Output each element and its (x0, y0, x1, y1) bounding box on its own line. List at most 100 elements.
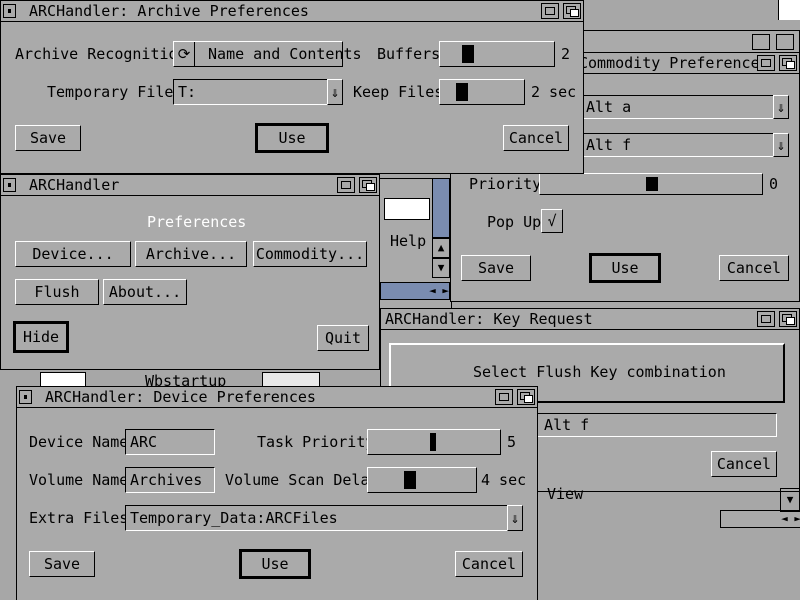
priority-slider-knob[interactable] (646, 177, 658, 191)
cancel-button[interactable]: Cancel (711, 451, 777, 477)
bg-depth-gadget[interactable] (776, 34, 794, 50)
window-title: ARCHandler (29, 176, 120, 194)
close-gadget[interactable] (3, 178, 16, 192)
close-gadget[interactable] (3, 4, 16, 18)
volume-name-field[interactable]: Archives (125, 467, 215, 493)
device-button[interactable]: Device... (15, 241, 131, 267)
use-button[interactable]: Use (239, 549, 311, 579)
scroll-up-arrow[interactable]: ▲ (432, 238, 450, 258)
task-priority-value: 5 (507, 433, 517, 451)
volume-scan-delay-label: Volume Scan Delay (225, 471, 379, 489)
window-title: ARCHandler: Key Request (385, 310, 593, 328)
extra-files-label: Extra Files (29, 509, 129, 527)
buffers-slider-knob[interactable] (462, 45, 474, 63)
about-button[interactable]: About... (103, 279, 187, 305)
volume-scan-delay-value: 4 sec (481, 471, 527, 489)
window-title: ARCHandler: Archive Preferences (29, 2, 309, 20)
volume-scan-delay-slider[interactable] (367, 467, 477, 493)
checkmark-icon: √ (547, 212, 557, 230)
temporary-files-value: T: (178, 83, 197, 101)
extra-files-field[interactable]: Temporary_Data:ARCFiles (125, 505, 509, 531)
archive-button[interactable]: Archive... (135, 241, 247, 267)
temporary-files-field[interactable]: T: (173, 79, 333, 105)
priority-label: Priority (469, 175, 542, 193)
depth-gadget[interactable] (779, 55, 797, 71)
task-priority-slider-knob[interactable] (430, 433, 436, 451)
hotkey-1-value: Alt a (586, 98, 632, 116)
save-button[interactable]: Save (461, 255, 531, 281)
help-label[interactable]: Help (390, 232, 426, 250)
zoom-gadget[interactable] (541, 3, 559, 19)
extra-files-value: Temporary_Data:ARCFiles (130, 509, 338, 527)
device-prefs-window: ARCHandler: Device Preferences Device Na… (16, 386, 538, 600)
hotkey-field-1[interactable]: Alt a (581, 95, 777, 119)
hotkey-field-2[interactable]: Alt f (581, 133, 777, 157)
buffers-value: 2 (561, 45, 571, 63)
screen-depth-gadget[interactable] (778, 0, 800, 20)
quit-button[interactable]: Quit (317, 325, 369, 351)
key-input-field[interactable]: l Alt f (521, 413, 777, 437)
buffers-slider[interactable] (439, 41, 555, 67)
keep-files-label: Keep Files (353, 83, 444, 101)
hotkey-1-dropdown-button[interactable]: ⇓ (773, 95, 789, 119)
popup-checkbox[interactable]: √ (541, 209, 563, 233)
hotkey-2-value: Alt f (586, 136, 632, 154)
keep-files-value: 2 sec (531, 83, 577, 101)
keep-files-slider-knob[interactable] (456, 83, 468, 101)
horizontal-scrollbar[interactable]: ◄ ► (380, 282, 450, 300)
save-button[interactable]: Save (15, 125, 81, 151)
bg-zoom-gadget[interactable] (752, 34, 770, 50)
extra-files-dropdown-button[interactable]: ⇓ (507, 505, 523, 531)
volume-scan-delay-slider-knob[interactable] (404, 471, 416, 489)
archive-recognition-value: Name and Contents (208, 45, 362, 63)
zoom-gadget[interactable] (757, 55, 775, 71)
use-button[interactable]: Use (589, 253, 661, 283)
device-title-bar[interactable]: ARCHandler: Device Preferences (17, 387, 537, 408)
key-request-hscroll[interactable]: ◄ ► (720, 510, 800, 528)
cancel-button[interactable]: Cancel (503, 125, 569, 151)
zoom-gadget[interactable] (495, 389, 513, 405)
cycle-icon: ⟳ (174, 42, 195, 66)
cancel-button[interactable]: Cancel (455, 551, 523, 577)
task-priority-slider[interactable] (367, 429, 501, 455)
depth-gadget[interactable] (359, 177, 377, 193)
keep-files-slider[interactable] (439, 79, 525, 105)
zoom-gadget[interactable] (757, 311, 775, 327)
volume-name-value: Archives (130, 471, 203, 489)
key-request-title-bar[interactable]: ARCHandler: Key Request (381, 309, 799, 330)
main-title-bar[interactable]: ARCHandler (1, 175, 379, 196)
arc-handler-main-window: ARCHandler Preferences Device... Archive… (0, 174, 380, 370)
flush-button[interactable]: Flush (15, 279, 99, 305)
view-label: View (547, 485, 584, 503)
key-request-message: Select Flush Key combination (473, 363, 726, 381)
buffers-label: Buffers (377, 45, 441, 63)
temporary-files-label: Temporary Files (47, 83, 183, 101)
archive-recognition-cycle[interactable]: ⟳ Name and Contents (173, 41, 362, 67)
depth-gadget[interactable] (517, 389, 535, 405)
temporary-files-dropdown-button[interactable]: ⇓ (327, 79, 343, 105)
task-priority-label: Task Priority (257, 433, 375, 451)
window-title: Commodity Preferences (579, 54, 769, 72)
scroll-down-arrow[interactable]: ▼ (432, 258, 450, 278)
device-name-value: ARC (130, 433, 158, 451)
save-button[interactable]: Save (29, 551, 95, 577)
window-title: ARCHandler: Device Preferences (45, 388, 316, 406)
preferences-heading: Preferences (147, 213, 247, 231)
close-gadget[interactable] (19, 390, 32, 404)
device-name-field[interactable]: ARC (125, 429, 215, 455)
cancel-button[interactable]: Cancel (719, 255, 789, 281)
priority-slider[interactable] (539, 173, 763, 195)
zoom-gadget[interactable] (337, 177, 355, 193)
hide-button[interactable]: Hide (13, 321, 69, 353)
drawer-icon[interactable] (384, 198, 430, 220)
drawer-scrollbar[interactable] (432, 178, 450, 238)
use-button[interactable]: Use (255, 123, 329, 153)
hotkey-2-dropdown-button[interactable]: ⇓ (773, 133, 789, 157)
commodity-button[interactable]: Commodity... (253, 241, 367, 267)
priority-value: 0 (769, 175, 779, 193)
depth-gadget[interactable] (563, 3, 581, 19)
key-request-vscroll[interactable]: ▼ (780, 488, 800, 512)
popup-label: Pop Up (487, 213, 542, 231)
archive-title-bar[interactable]: ARCHandler: Archive Preferences (1, 1, 583, 22)
depth-gadget[interactable] (779, 311, 797, 327)
